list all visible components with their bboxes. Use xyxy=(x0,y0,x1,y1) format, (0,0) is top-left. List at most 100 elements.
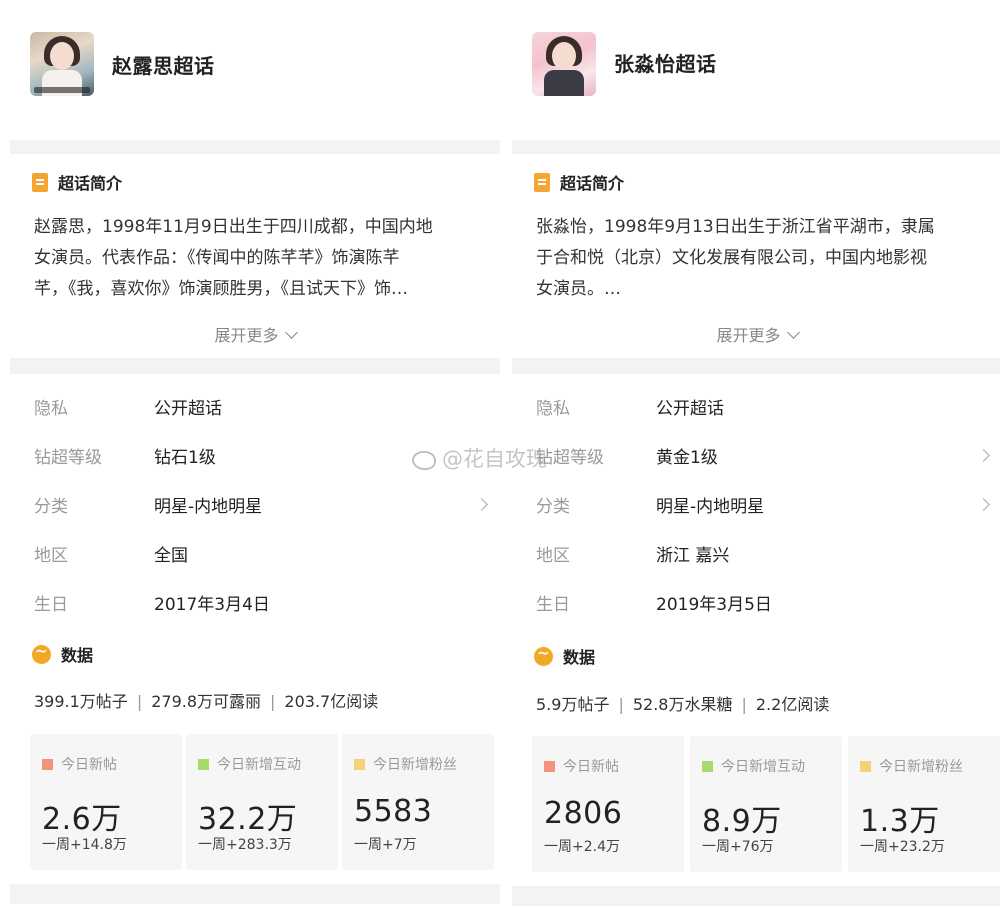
info-value: 全国 xyxy=(154,546,188,566)
stat-reads: 2.2亿阅读 xyxy=(755,695,830,714)
intro-section: 超话简介 赵露思，1998年11月9日出生于四川成都，中国内地 女演员。代表作品… xyxy=(10,154,500,358)
section-divider xyxy=(512,140,1000,154)
topic-avatar[interactable] xyxy=(30,32,94,96)
card-label: 今日新增粉丝 xyxy=(879,759,963,775)
stat-card-new-posts[interactable]: 今日新帖 2806 一周+2.4万 xyxy=(532,736,684,872)
card-week: 一周+14.8万 xyxy=(42,837,127,853)
card-label: 今日新增粉丝 xyxy=(373,757,457,773)
legend-square xyxy=(860,760,871,772)
info-key: 隐私 xyxy=(34,399,68,419)
chevron-right-icon xyxy=(475,498,488,511)
stat-card-new-fans[interactable]: 今日新增粉丝 5583 一周+7万 xyxy=(342,734,494,870)
stat-posts: 399.1万帖子 xyxy=(34,692,128,711)
data-heading: 数据 xyxy=(61,646,94,665)
intro-section: 超话简介 张淼怡，1998年9月13日出生于浙江省平湖市，隶属 于合和悦（北京）… xyxy=(512,154,1000,358)
card-label: 今日新增互动 xyxy=(721,759,805,775)
stat-card-new-fans[interactable]: 今日新增粉丝 1.3万 一周+23.2万 xyxy=(848,736,1000,872)
info-row-birthday: 生日 2017年3月4日 xyxy=(10,590,500,620)
intro-line: 女演员。… xyxy=(536,279,621,299)
stat-fans: 52.8万水果糖 xyxy=(632,695,733,714)
info-row-region: 地区 全国 xyxy=(10,541,500,571)
card-value: 2.6万 xyxy=(42,802,122,837)
data-section: 数据 5.9万帖子 | 52.8万水果糖 | 2.2亿阅读 今日新帖 2806 一周+2… xyxy=(512,634,1000,884)
expand-label: 展开更多 xyxy=(214,326,279,345)
card-value: 32.2万 xyxy=(198,802,298,837)
legend-square xyxy=(198,758,209,770)
info-key: 分类 xyxy=(536,497,570,517)
card-value: 2806 xyxy=(544,796,623,831)
chevron-down-icon xyxy=(284,326,298,339)
left-supertopic-panel: 赵露思超话 超话简介 赵露思，1998年11月9日出生于四川成都，中国内地 女演… xyxy=(10,0,500,918)
chevron-down-icon xyxy=(786,326,800,339)
info-key: 生日 xyxy=(34,595,68,615)
document-icon xyxy=(32,172,48,192)
card-week: 一周+23.2万 xyxy=(860,839,945,855)
stat-separator: | xyxy=(741,695,747,714)
info-value: 钻石1级 xyxy=(154,448,216,468)
intro-line: 女演员。代表作品：《传闻中的陈芊芊》饰演陈芊 xyxy=(34,248,400,268)
legend-square xyxy=(702,760,713,772)
right-supertopic-panel: 张淼怡超话 超话简介 张淼怡，1998年9月13日出生于浙江省平湖市，隶属 于合… xyxy=(512,0,1000,918)
data-stats: 5.9万帖子 | 52.8万水果糖 | 2.2亿阅读 xyxy=(536,691,829,715)
data-trend-icon xyxy=(32,642,51,664)
info-row-category[interactable]: 分类 明星-内地明星 xyxy=(10,492,500,522)
info-value: 公开超话 xyxy=(656,399,724,419)
section-divider xyxy=(10,140,500,154)
info-row-level: 钻超等级 钻石1级 xyxy=(10,443,500,473)
card-label: 今日新增互动 xyxy=(217,757,301,773)
card-week: 一周+76万 xyxy=(702,839,774,855)
intro-heading: 超话简介 xyxy=(58,174,123,193)
info-row-birthday: 生日 2019年3月5日 xyxy=(512,590,1000,620)
card-week: 一周+283.3万 xyxy=(198,837,292,853)
intro-line: 张淼怡，1998年9月13日出生于浙江省平湖市，隶属 xyxy=(536,217,935,237)
expand-more-button[interactable]: 展开更多 xyxy=(10,322,500,346)
info-value: 明星-内地明星 xyxy=(154,497,263,517)
legend-square xyxy=(544,760,555,772)
data-stats: 399.1万帖子 | 279.8万可露丽 | 203.7亿阅读 xyxy=(34,688,378,712)
expand-more-button[interactable]: 展开更多 xyxy=(512,322,1000,346)
chevron-right-icon xyxy=(977,449,990,462)
info-row-category[interactable]: 分类 明星-内地明星 xyxy=(512,492,1000,522)
intro-heading: 超话简介 xyxy=(560,174,625,193)
card-label: 今日新帖 xyxy=(61,757,117,773)
section-divider xyxy=(10,358,500,374)
info-key: 隐私 xyxy=(536,399,570,419)
info-value: 2019年3月5日 xyxy=(656,595,772,615)
info-key: 地区 xyxy=(536,546,570,566)
topic-title: 张淼怡超话 xyxy=(614,52,717,76)
stat-posts: 5.9万帖子 xyxy=(536,695,610,714)
stat-separator: | xyxy=(136,692,143,711)
stat-card-new-posts[interactable]: 今日新帖 2.6万 一周+14.8万 xyxy=(30,734,182,870)
info-section: 隐私 公开超话 钻超等级 黄金1级 分类 明星-内地明星 地区 浙江 嘉兴 生日… xyxy=(512,374,1000,634)
stat-reads: 203.7亿阅读 xyxy=(284,692,379,711)
expand-label: 展开更多 xyxy=(716,326,781,345)
stat-separator: | xyxy=(270,692,276,711)
data-trend-icon xyxy=(534,644,553,666)
topic-header: 张淼怡超话 xyxy=(512,0,1000,140)
stat-card-new-interactions[interactable]: 今日新增互动 8.9万 一周+76万 xyxy=(690,736,842,872)
intro-line: 芊，《我，喜欢你》饰演顾胜男，《且试天下》饰… xyxy=(34,279,408,299)
card-value: 1.3万 xyxy=(860,804,940,839)
info-value: 明星-内地明星 xyxy=(656,497,765,517)
info-value: 浙江 嘉兴 xyxy=(656,546,730,566)
topic-avatar[interactable] xyxy=(532,32,596,96)
topic-title: 赵露思超话 xyxy=(112,54,215,78)
chevron-right-icon xyxy=(977,498,990,511)
stat-separator: | xyxy=(618,695,624,714)
card-value: 8.9万 xyxy=(702,804,782,839)
card-value: 5583 xyxy=(354,794,433,829)
legend-square xyxy=(354,758,365,770)
info-section: 隐私 公开超话 钻超等级 钻石1级 分类 明星-内地明星 地区 全国 生日 20… xyxy=(10,374,500,634)
info-row-region: 地区 浙江 嘉兴 xyxy=(512,541,1000,571)
info-key: 地区 xyxy=(34,546,68,566)
info-row-privacy: 隐私 公开超话 xyxy=(10,394,500,424)
data-section: 数据 399.1万帖子 | 279.8万可露丽 | 203.7亿阅读 今日新帖 2.6万… xyxy=(10,634,500,884)
info-row-privacy: 隐私 公开超话 xyxy=(512,394,1000,424)
intro-text: 张淼怡，1998年9月13日出生于浙江省平湖市，隶属 于合和悦（北京）文化发展有… xyxy=(536,212,982,305)
card-label: 今日新帖 xyxy=(563,759,619,775)
stat-card-new-interactions[interactable]: 今日新增互动 32.2万 一周+283.3万 xyxy=(186,734,338,870)
info-key: 生日 xyxy=(536,595,570,615)
info-row-level[interactable]: 钻超等级 黄金1级 xyxy=(512,443,1000,473)
intro-line: 于合和悦（北京）文化发展有限公司，中国内地影视 xyxy=(536,248,927,268)
topic-header: 赵露思超话 xyxy=(10,0,500,140)
